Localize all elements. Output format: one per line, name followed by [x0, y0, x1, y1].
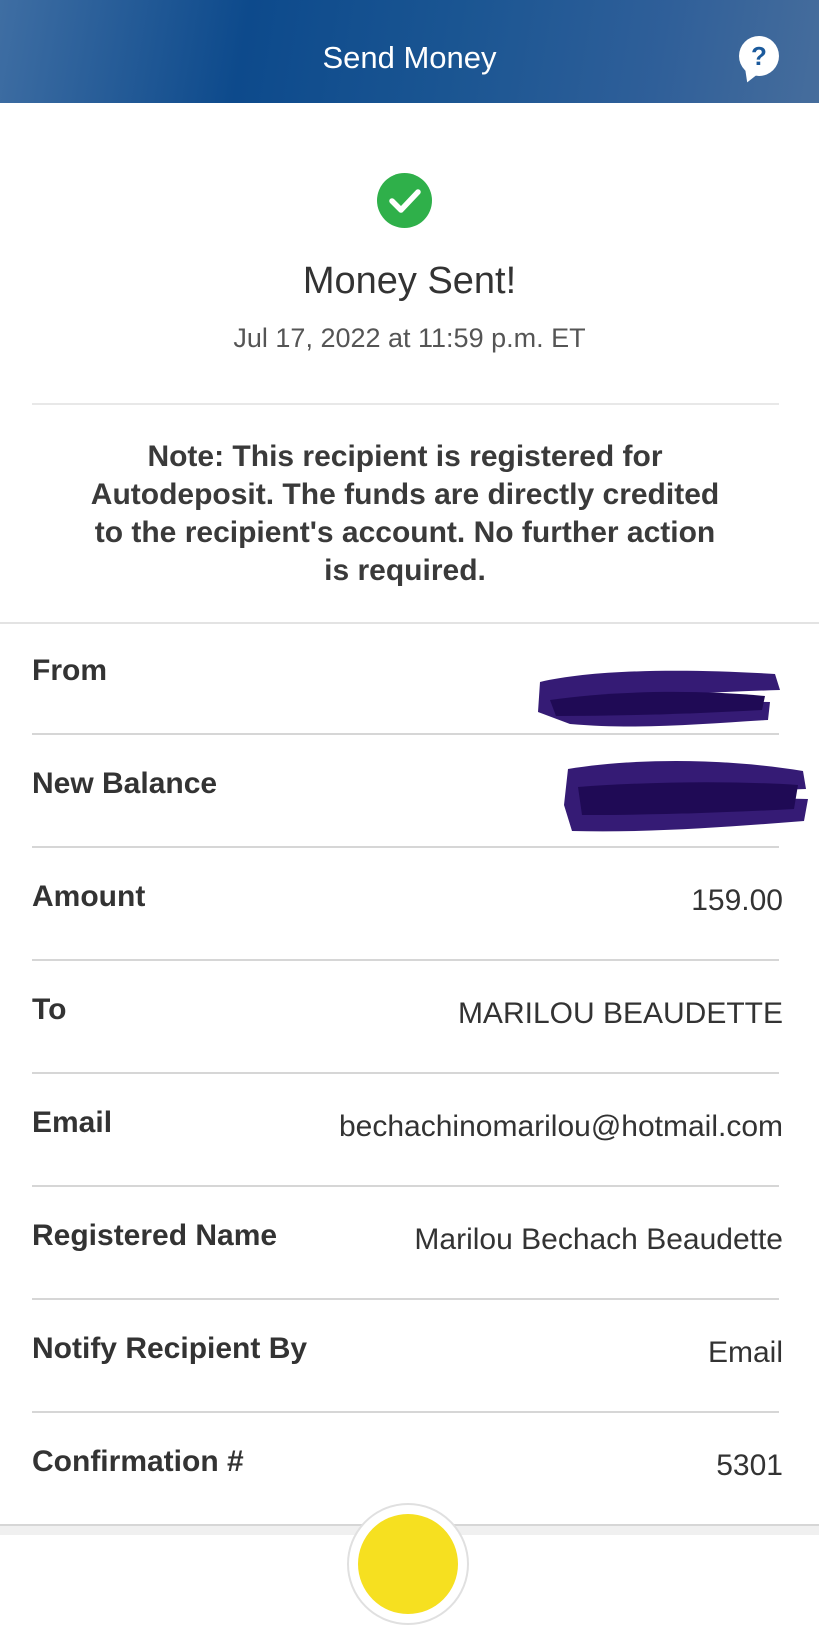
divider [32, 403, 779, 405]
page-title: Send Money [322, 40, 497, 75]
redaction-mark [538, 670, 780, 727]
app-header: Send Money ? [0, 0, 819, 103]
row-value: 5301 [716, 1449, 783, 1482]
help-chat-icon[interactable]: ? [739, 36, 779, 76]
fab-circle [358, 1514, 458, 1614]
detail-row-amount: Amount 159.00 [32, 848, 783, 961]
detail-row-from: From [32, 622, 780, 735]
row-label: Notify Recipient By [32, 1332, 308, 1365]
row-value: MARILOU BEAUDETTE [457, 997, 783, 1030]
row-value: Email [707, 1336, 783, 1369]
row-label: Confirmation # [32, 1445, 244, 1478]
success-check-icon [377, 173, 432, 228]
row-label: New Balance [32, 767, 218, 800]
row-label: Registered Name [32, 1219, 278, 1252]
detail-row-to: To MARILOU BEAUDETTE [32, 961, 783, 1074]
autodeposit-note: Note: This recipient is registered for A… [90, 440, 720, 587]
redaction-mark [564, 761, 808, 832]
row-label: From [32, 654, 107, 687]
detail-row-new-balance: New Balance [32, 735, 808, 848]
detail-row-registered-name: Registered Name Marilou Bechach Beaudett… [32, 1187, 783, 1300]
status-datetime: Jul 17, 2022 at 11:59 p.m. ET [233, 323, 586, 353]
row-label: Amount [32, 880, 146, 913]
row-value: Marilou Bechach Beaudette [414, 1223, 783, 1256]
detail-row-notify-by: Notify Recipient By Email [32, 1300, 783, 1413]
row-value: 159.00 [691, 884, 783, 917]
row-label: Email [32, 1106, 113, 1139]
status-title: Money Sent! [302, 260, 517, 302]
detail-row-email: Email bechachinomarilou@hotmail.com [32, 1074, 783, 1187]
row-value: bechachinomarilou@hotmail.com [339, 1110, 783, 1143]
row-label: To [32, 993, 67, 1026]
floating-action-button[interactable] [347, 1503, 469, 1625]
